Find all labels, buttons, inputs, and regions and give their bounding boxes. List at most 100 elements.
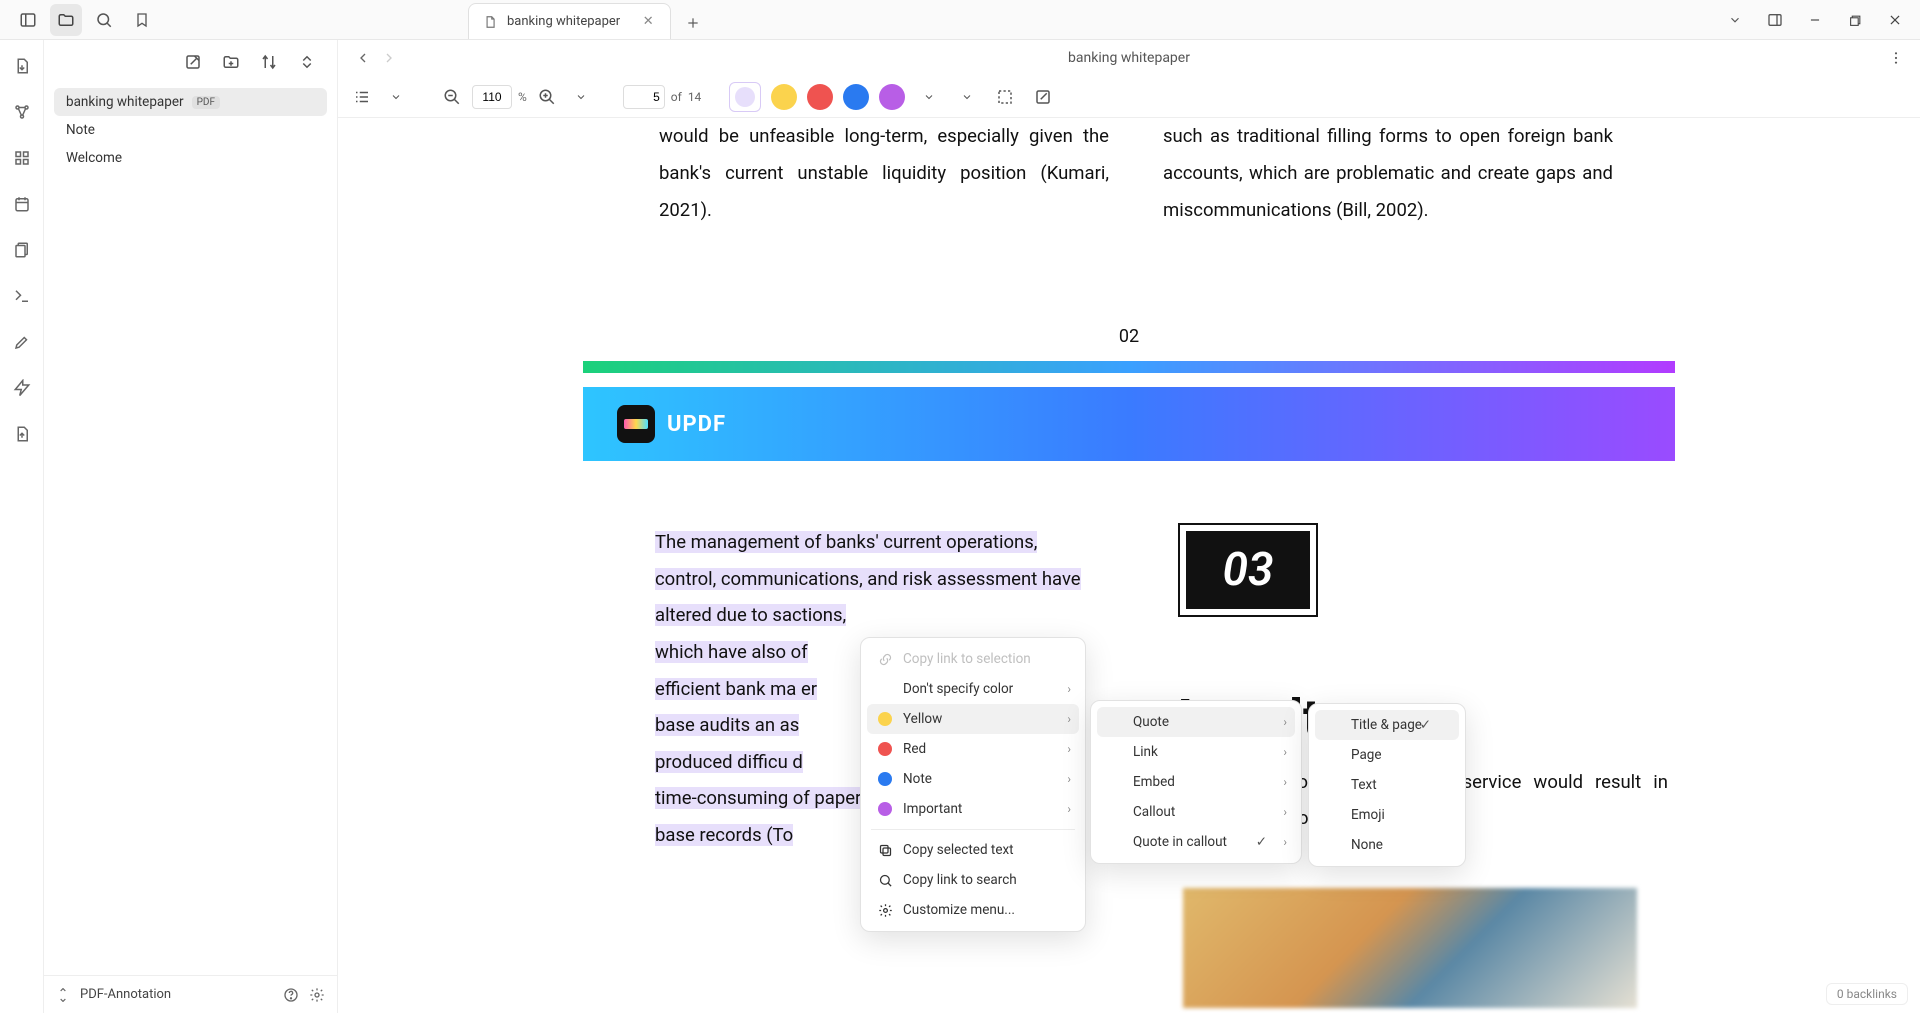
expand-icon[interactable]	[56, 988, 70, 1002]
calendar-icon[interactable]	[8, 190, 36, 218]
graph-icon[interactable]	[8, 98, 36, 126]
highlight-color-selected[interactable]	[729, 82, 761, 112]
menu-color-customize-menu[interactable]: Customize menu...	[867, 895, 1079, 925]
menu-title-none[interactable]: None	[1315, 830, 1459, 860]
zoom-in-icon[interactable]	[533, 83, 561, 111]
window-controls	[1718, 0, 1912, 40]
link-icon	[877, 651, 893, 667]
chevron-down-icon[interactable]	[953, 83, 981, 111]
gradient-divider	[583, 361, 1675, 373]
zoom-out-icon[interactable]	[438, 83, 466, 111]
tab-bar: banking whitepaper ✕	[468, 0, 709, 39]
highlighter-icon[interactable]	[8, 328, 36, 356]
highlight-color-blue[interactable]	[843, 84, 869, 110]
updf-band: UPDF	[583, 387, 1675, 461]
context-menu-title-options[interactable]: Title & page✓PageTextEmojiNone	[1308, 703, 1466, 867]
help-icon[interactable]	[283, 987, 299, 1003]
copy-icon	[877, 842, 893, 858]
lightning-icon[interactable]	[8, 374, 36, 402]
highlighted-line: altered due to sactions,	[655, 604, 846, 626]
menu-item-label: Quote in callout	[1133, 834, 1227, 850]
check-icon: ✓	[1256, 834, 1267, 850]
search-icon[interactable]	[88, 4, 120, 36]
add-tab-button[interactable]	[677, 7, 709, 39]
sidebar-footer: PDF-Annotation	[44, 975, 337, 1013]
menu-color-red[interactable]: Red›	[867, 734, 1079, 764]
menu-color-yellow[interactable]: Yellow›	[867, 704, 1079, 734]
bookmark-icon[interactable]	[126, 4, 158, 36]
menu-insert-link[interactable]: Link›	[1097, 737, 1295, 767]
page2-left-text: would be unfeasible long-term, especiall…	[659, 118, 1109, 229]
menu-title-title-page[interactable]: Title & page✓	[1315, 710, 1459, 740]
highlight-color-yellow[interactable]	[771, 84, 797, 110]
highlighted-line: The management of banks' current operati…	[655, 531, 1037, 553]
terminal-icon[interactable]	[8, 282, 36, 310]
highlight-color-red[interactable]	[807, 84, 833, 110]
menu-item-label: Quote	[1133, 714, 1169, 730]
menu-item-label: Link	[1133, 744, 1158, 760]
close-window-button[interactable]	[1878, 3, 1912, 37]
nav-back-icon[interactable]	[350, 45, 376, 71]
maximize-button[interactable]	[1838, 3, 1872, 37]
menu-item-label: Copy link to search	[903, 872, 1017, 888]
left-icon-rail	[0, 40, 44, 1013]
nav-forward-icon[interactable]	[376, 45, 402, 71]
file-label: Welcome	[66, 150, 122, 166]
annotate-icon[interactable]	[1029, 83, 1057, 111]
import-icon[interactable]	[8, 52, 36, 80]
gear-icon[interactable]	[309, 987, 325, 1003]
file-item-banking-whitepaper[interactable]: banking whitepaper PDF	[54, 88, 327, 116]
highlighted-line: base audits an as	[655, 714, 799, 736]
menu-title-page[interactable]: Page	[1315, 740, 1459, 770]
sort-icon[interactable]	[259, 52, 279, 72]
chevron-down-icon[interactable]	[567, 83, 595, 111]
menu-item-label: Copy link to selection	[903, 651, 1031, 667]
context-menu-colors[interactable]: Copy link to selection Don't specify colo…	[860, 637, 1086, 932]
chevron-down-icon[interactable]	[382, 83, 410, 111]
check-icon: ✓	[1420, 717, 1431, 733]
menu-insert-quote-in-callout[interactable]: Quote in callout✓›	[1097, 827, 1295, 857]
file-item-welcome[interactable]: Welcome	[54, 144, 327, 172]
zoom-input[interactable]	[472, 85, 512, 109]
highlight-color-purple[interactable]	[879, 84, 905, 110]
tab-banking-whitepaper[interactable]: banking whitepaper ✕	[468, 3, 671, 39]
new-folder-icon[interactable]	[221, 52, 241, 72]
menu-title-text[interactable]: Text	[1315, 770, 1459, 800]
menu-title-emoji[interactable]: Emoji	[1315, 800, 1459, 830]
menu-color-note[interactable]: Note›	[867, 764, 1079, 794]
thumbnails-icon[interactable]	[348, 83, 376, 111]
file-item-note[interactable]: Note	[54, 116, 327, 144]
select-area-icon[interactable]	[991, 83, 1019, 111]
toggle-sidebar-icon[interactable]	[12, 4, 44, 36]
close-tab-icon[interactable]: ✕	[640, 14, 656, 30]
menu-color-copy-link-search[interactable]: Copy link to search	[867, 865, 1079, 895]
page-canvas[interactable]: would be unfeasible long-term, especiall…	[338, 118, 1920, 1013]
menu-insert-callout[interactable]: Callout›	[1097, 797, 1295, 827]
grid-icon[interactable]	[8, 144, 36, 172]
backlinks-indicator[interactable]: 0 backlinks	[1826, 983, 1908, 1005]
chevron-down-icon[interactable]	[1718, 3, 1752, 37]
highlighted-line: control, communications, and risk assess…	[655, 568, 1081, 590]
chevron-right-icon: ›	[1067, 772, 1071, 786]
folder-icon[interactable]	[50, 4, 82, 36]
chevron-down-icon[interactable]	[915, 83, 943, 111]
minimize-button[interactable]	[1798, 3, 1832, 37]
menu-insert-embed[interactable]: Embed›	[1097, 767, 1295, 797]
menu-insert-quote[interactable]: Quote›	[1097, 707, 1295, 737]
new-note-icon[interactable]	[183, 52, 203, 72]
export-icon[interactable]	[8, 420, 36, 448]
split-pane-icon[interactable]	[1758, 3, 1792, 37]
files-icon[interactable]	[8, 236, 36, 264]
titlebar-left-tools	[0, 4, 158, 36]
menu-color-dont-specify-color[interactable]: Don't specify color›	[867, 674, 1079, 704]
page-input[interactable]	[623, 85, 665, 109]
highlighted-line: which have also of	[655, 641, 808, 663]
footer-label: PDF-Annotation	[80, 987, 171, 1002]
menu-color-important[interactable]: Important›	[867, 794, 1079, 824]
more-icon[interactable]	[1882, 44, 1910, 72]
color-swatch-icon	[878, 802, 892, 816]
context-menu-insert[interactable]: Quote›Link›Embed›Callout› Quote in callou…	[1090, 700, 1302, 864]
page2-right-text: such as traditional filling forms to ope…	[1163, 118, 1613, 229]
collapse-icon[interactable]	[297, 52, 317, 72]
menu-color-copy-selected-text[interactable]: Copy selected text	[867, 835, 1079, 865]
